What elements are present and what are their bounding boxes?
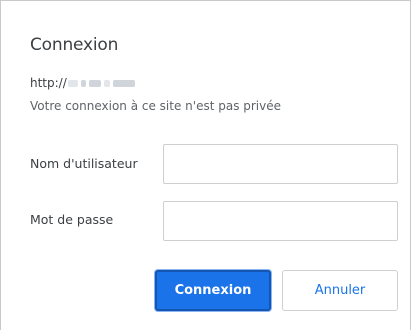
password-input[interactable] xyxy=(163,201,398,241)
login-button[interactable]: Connexion xyxy=(155,270,271,311)
username-input[interactable] xyxy=(163,144,398,184)
username-label: Nom d'utilisateur xyxy=(30,156,138,171)
url-prefix: http:// xyxy=(30,76,67,90)
login-dialog: Connexion http:// Votre connexion à ce s… xyxy=(0,0,411,330)
password-label: Mot de passe xyxy=(30,212,114,227)
redacted-hostname xyxy=(67,78,135,88)
dialog-title: Connexion xyxy=(30,35,119,55)
site-url: http:// xyxy=(30,75,135,91)
cancel-button[interactable]: Annuler xyxy=(282,270,398,311)
connection-warning: Votre connexion à ce site n'est pas priv… xyxy=(30,99,282,113)
